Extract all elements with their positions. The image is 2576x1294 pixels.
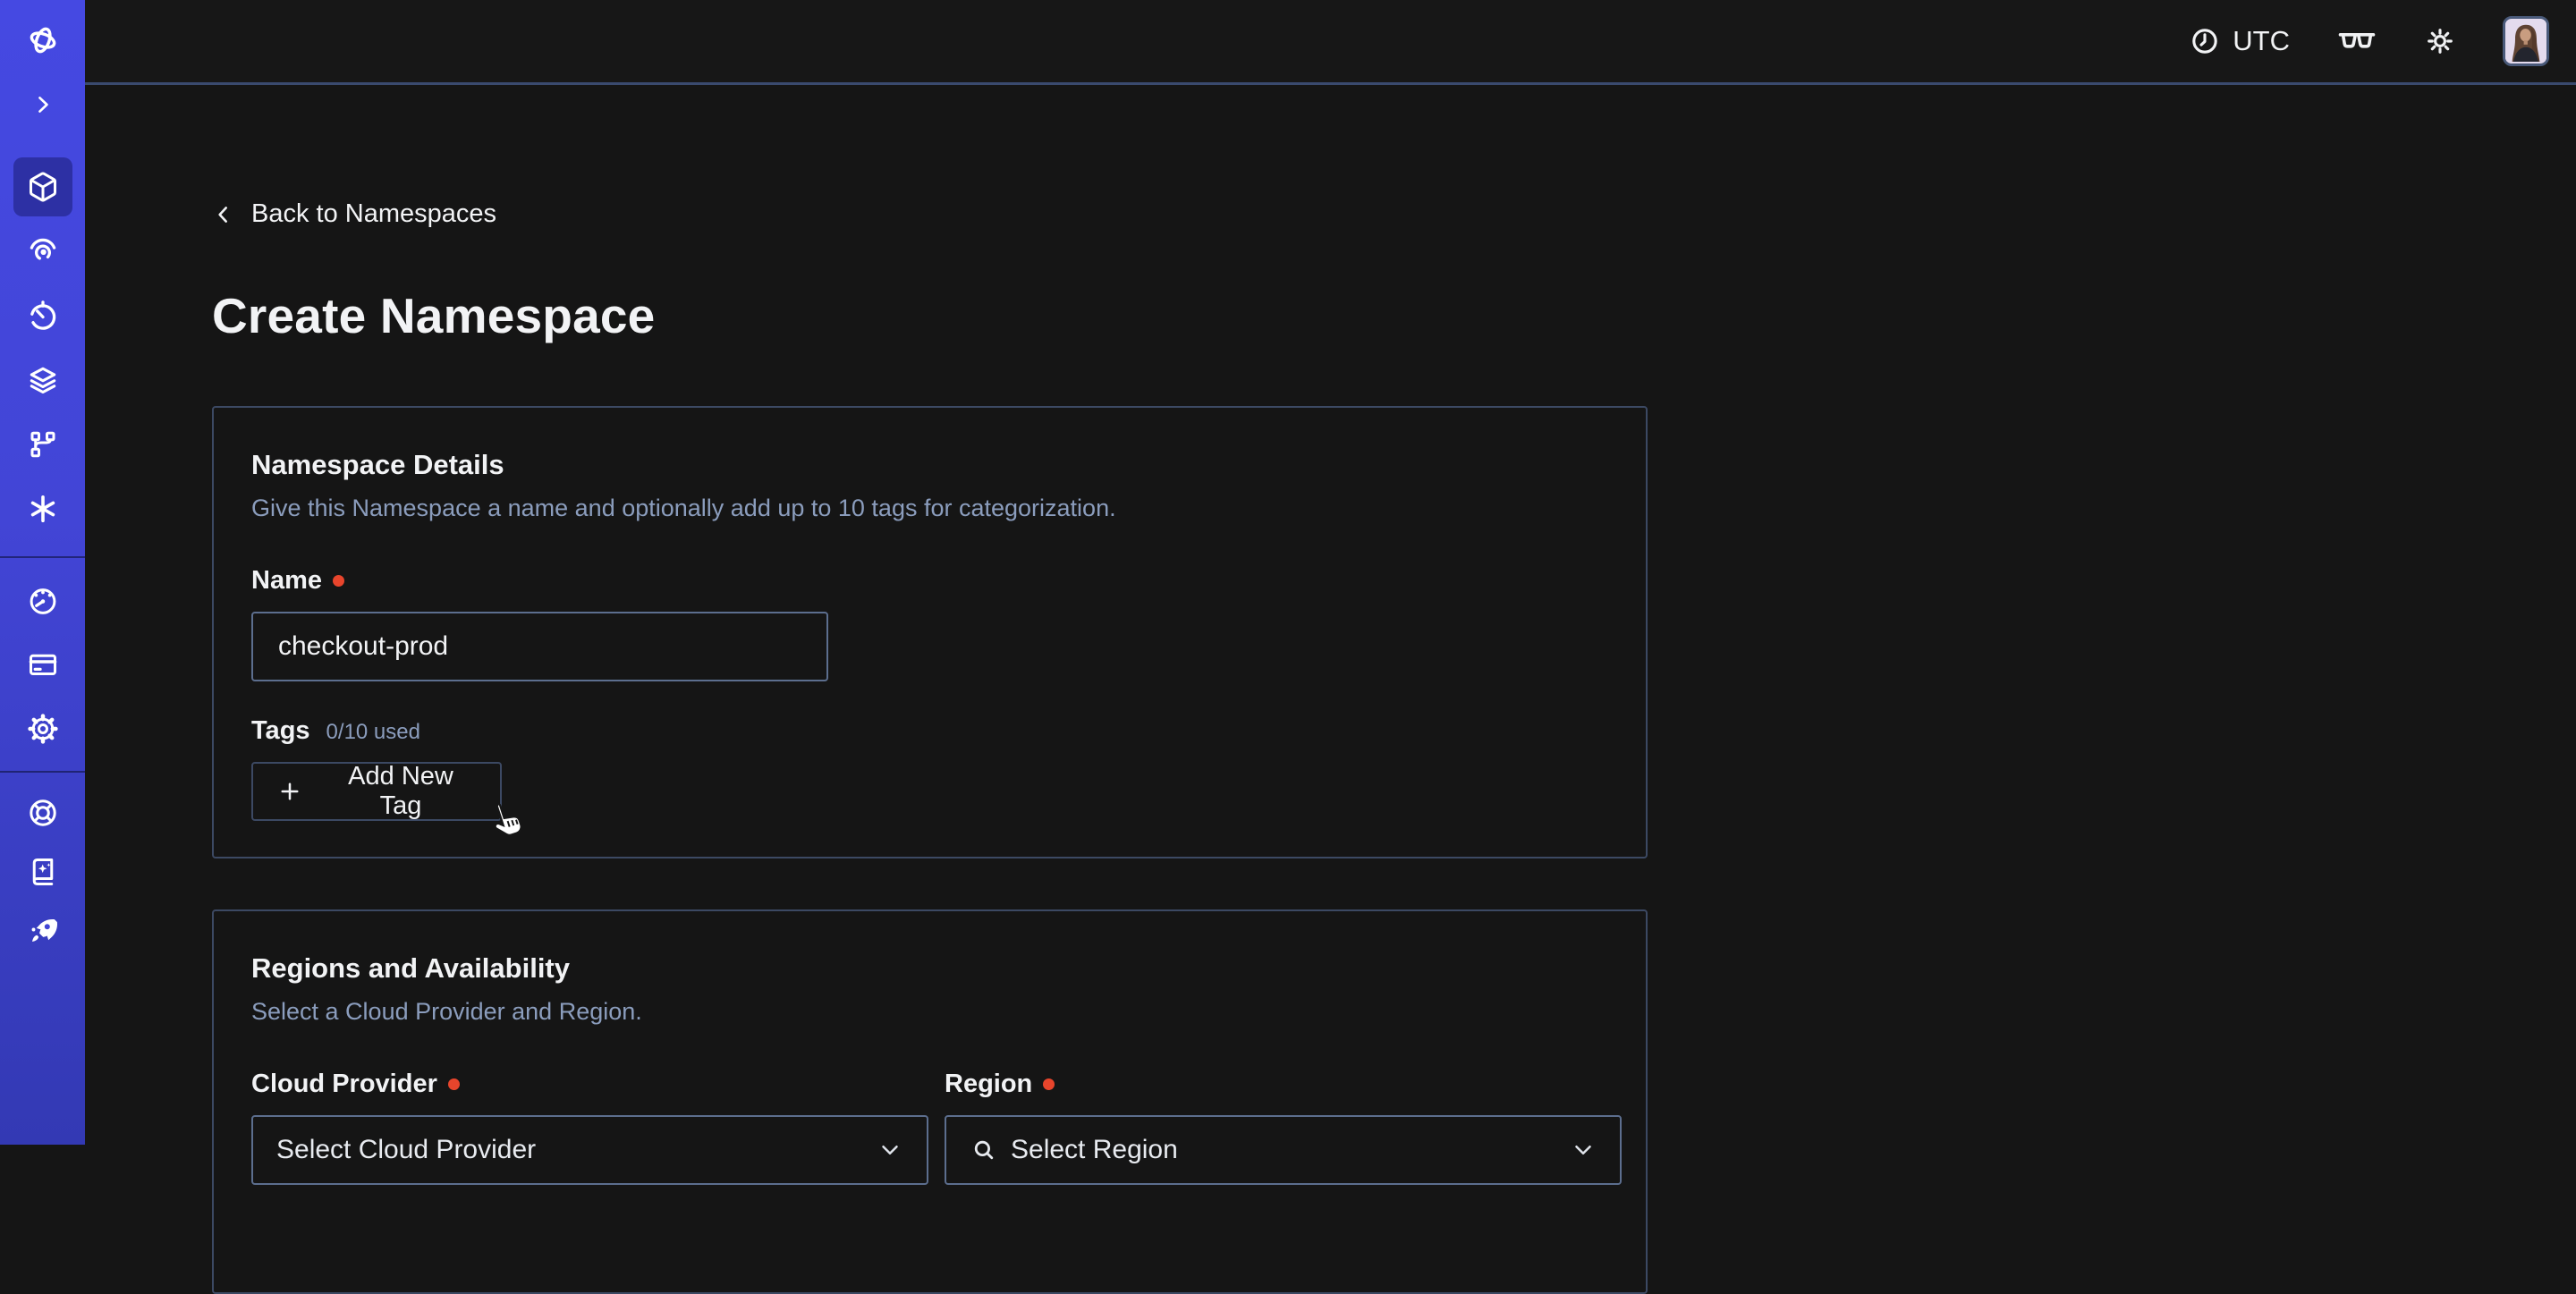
sidebar-item-usage[interactable] — [13, 571, 72, 630]
card-subtitle: Give this Namespace a name and optionall… — [251, 494, 1608, 522]
theme-toggle-button[interactable] — [2424, 25, 2456, 57]
chevron-right-icon — [30, 92, 55, 117]
back-link[interactable]: Back to Namespaces — [212, 199, 496, 229]
sidebar-divider — [0, 771, 85, 773]
temporal-logo-icon — [27, 24, 59, 56]
spiral-icon — [27, 235, 59, 267]
avatar-image — [2505, 19, 2546, 63]
region-select[interactable]: Select Region — [945, 1115, 1622, 1185]
required-dot — [448, 1078, 460, 1090]
namespace-name-input[interactable] — [251, 612, 828, 681]
region-label: Region — [945, 1069, 1032, 1099]
sidebar-item-nexus[interactable] — [13, 479, 72, 538]
plus-icon — [276, 778, 303, 805]
book-sparkle-icon — [27, 856, 59, 888]
sidebar-expand-button[interactable] — [13, 75, 72, 134]
sidebar-item-layers[interactable] — [13, 351, 72, 410]
gauge-icon — [27, 584, 59, 616]
sidebar-item-namespaces[interactable] — [13, 157, 72, 216]
tags-label: Tags — [251, 715, 310, 746]
cloud-provider-select[interactable]: Select Cloud Provider — [251, 1115, 928, 1185]
topbar: UTC — [85, 0, 2576, 85]
cloud-provider-placeholder: Select Cloud Provider — [276, 1135, 877, 1165]
sun-icon — [2424, 25, 2456, 57]
sidebar-item-support[interactable] — [13, 783, 72, 842]
main-content: Back to Namespaces Create Namespace Name… — [212, 85, 1648, 1294]
region-placeholder: Select Region — [1011, 1135, 1570, 1165]
sidebar-item-branch[interactable] — [13, 415, 72, 474]
user-avatar[interactable] — [2503, 16, 2549, 66]
chevron-left-icon — [212, 203, 235, 226]
life-ring-icon — [27, 797, 59, 829]
required-dot — [333, 575, 344, 587]
card-title: Regions and Availability — [251, 952, 1608, 985]
chevron-down-icon — [877, 1137, 903, 1163]
credit-card-icon — [27, 648, 59, 681]
temporal-logo[interactable] — [13, 11, 72, 70]
tags-label-row: Tags 0/10 used — [251, 715, 1608, 746]
sidebar-item-timer[interactable] — [13, 286, 72, 345]
card-title: Namespace Details — [251, 449, 1608, 481]
tags-counter: 0/10 used — [326, 720, 420, 745]
timezone-button[interactable]: UTC — [2190, 25, 2290, 57]
clock-icon — [2190, 26, 2220, 56]
cloud-provider-label-row: Cloud Provider — [251, 1069, 928, 1099]
cloud-provider-label: Cloud Provider — [251, 1069, 437, 1099]
card-subtitle: Select a Cloud Provider and Region. — [251, 997, 1608, 1026]
namespace-details-card: Namespace Details Give this Namespace a … — [212, 406, 1648, 858]
name-label: Name — [251, 565, 322, 596]
timer-icon — [27, 300, 59, 332]
branch-icon — [27, 428, 59, 461]
chevron-down-icon — [1570, 1137, 1597, 1163]
layers-icon — [27, 364, 59, 396]
required-dot — [1043, 1078, 1055, 1090]
back-link-label: Back to Namespaces — [251, 199, 496, 229]
name-label-row: Name — [251, 565, 1608, 596]
cloud-provider-field: Cloud Provider Select Cloud Provider — [251, 1026, 928, 1185]
gear-icon — [27, 713, 59, 745]
asterisk-icon — [27, 493, 59, 525]
sidebar-item-getting-started[interactable] — [13, 901, 72, 960]
reading-glasses-icon — [2336, 26, 2377, 56]
sidebar-item-settings[interactable] — [13, 699, 72, 758]
sidebar-item-docs[interactable] — [13, 842, 72, 901]
search-icon — [970, 1136, 998, 1164]
add-new-tag-label: Add New Tag — [325, 762, 477, 821]
reader-mode-button[interactable] — [2336, 26, 2377, 56]
sidebar-item-spiral[interactable] — [13, 222, 72, 281]
timezone-label: UTC — [2233, 25, 2290, 57]
cube-icon — [27, 171, 59, 203]
sidebar-divider — [0, 556, 85, 558]
regions-availability-card: Regions and Availability Select a Cloud … — [212, 909, 1648, 1294]
sidebar — [0, 0, 85, 1145]
sidebar-item-billing[interactable] — [13, 635, 72, 694]
region-field: Region Select Region — [945, 1026, 1622, 1185]
add-new-tag-button[interactable]: Add New Tag — [251, 762, 502, 821]
rocket-icon — [27, 915, 59, 947]
provider-region-row: Cloud Provider Select Cloud Provider Reg… — [251, 1026, 1608, 1185]
page-title: Create Namespace — [212, 288, 1648, 343]
region-label-row: Region — [945, 1069, 1622, 1099]
